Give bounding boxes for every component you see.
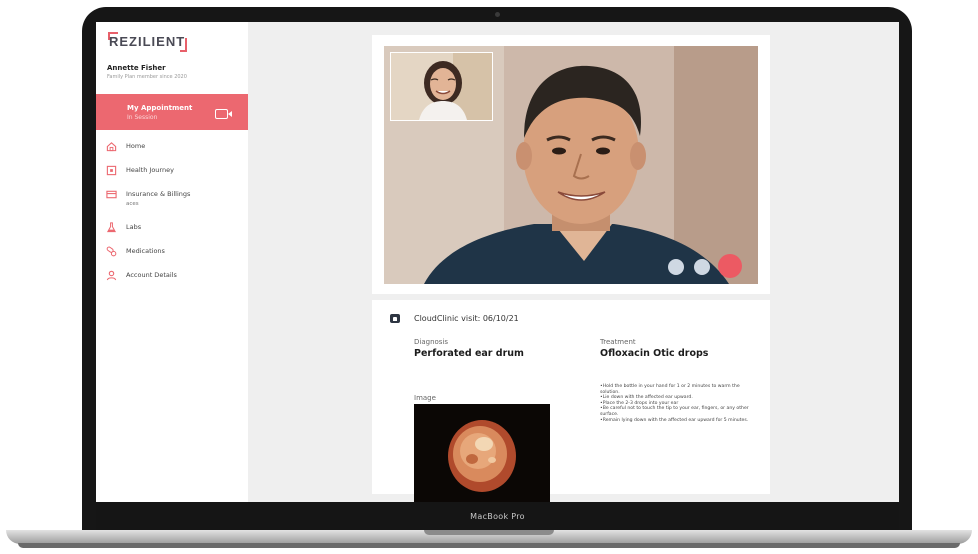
remote-video-feed [384,46,758,284]
treatment-label: Treatment [600,338,636,346]
credit-card-icon [106,190,117,199]
app-screen: REZILIENT Annette Fisher Family Plan mem… [96,22,899,502]
sidebar-item-label: Labs [126,223,142,231]
visit-title: CloudClinic visit: 06/10/21 [414,314,519,323]
logo-mark-right [180,38,187,52]
treatment-step: •Hold the bottle in your hand for 1 or 2… [600,384,740,395]
sidebar-item-account-details[interactable]: Account Details [96,269,248,293]
sidebar-nav: Home Health Journey Insurance & Billings… [96,140,248,293]
journal-icon [106,165,117,176]
diagnosis-label: Diagnosis [414,338,449,346]
sidebar: REZILIENT Annette Fisher Family Plan mem… [96,22,248,502]
sidebar-item-health-journey[interactable]: Health Journey [96,164,248,188]
laptop-base-shadow [18,543,960,548]
diagnosis-value: Perforated ear drum [414,348,524,359]
cloudclinic-icon [390,314,400,323]
appointment-status: In Session [127,114,158,121]
treatment-instructions: •Hold the bottle in your hand for 1 or 2… [600,384,752,423]
video-call-card [372,35,770,294]
self-view-video[interactable] [390,52,493,121]
video-camera-icon [215,109,232,119]
laptop-bezel: MacBook Pro [96,502,899,530]
sidebar-item-label: Home [126,142,146,150]
device-label: MacBook Pro [470,511,525,521]
home-icon [106,142,117,152]
sidebar-item-label: Insurance & Billings aces [126,190,190,209]
sidebar-item-insurance-billings[interactable]: Insurance & Billings aces [96,188,248,221]
insurance-label: Insurance & Billings [126,190,191,198]
insurance-sublabel: aces [126,201,139,207]
user-membership: Family Plan member since 2020 [107,74,187,80]
app-logo[interactable]: REZILIENT [109,34,185,49]
ear-exam-image[interactable] [414,404,550,502]
flask-icon [106,222,117,233]
webcam-dot [495,12,500,17]
visit-summary-card: CloudClinic visit: 06/10/21 Diagnosis Pe… [372,300,770,502]
sidebar-item-medications[interactable]: Medications [96,245,248,269]
end-call-button[interactable] [718,254,742,278]
appointment-title: My Appointment [127,104,193,112]
treatment-step: •Be careful not to touch the tip to your… [600,406,749,417]
laptop-opening-notch [424,530,554,535]
pills-icon [106,246,117,257]
sidebar-item-home[interactable]: Home [96,140,248,164]
image-label: Image [414,394,436,402]
sidebar-item-label: Health Journey [126,166,174,174]
camera-toggle-button[interactable] [668,259,684,275]
sidebar-item-label: Account Details [126,271,177,279]
treatment-value: Ofloxacin Otic drops [600,348,709,359]
mic-toggle-button[interactable] [694,259,710,275]
user-icon [106,270,117,281]
user-name: Annette Fisher [107,64,166,72]
sidebar-item-labs[interactable]: Labs [96,221,248,245]
self-view-participant [391,53,492,120]
my-appointment-button[interactable]: My Appointment In Session [96,94,248,130]
otoscope-image [414,404,550,502]
treatment-step: •Remain lying down with the affected ear… [600,417,749,423]
sidebar-item-label: Medications [126,247,165,255]
